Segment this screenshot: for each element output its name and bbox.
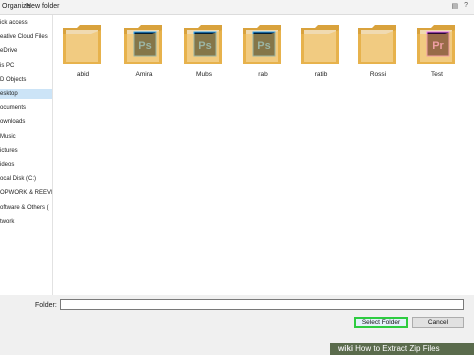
sidebar-item[interactable]: esktop: [0, 89, 52, 99]
navigation-pane: ick access eative Cloud Files eDrive is PC D…: [0, 15, 53, 295]
sidebar-item[interactable]: ictures: [0, 146, 52, 156]
wikihow-watermark: wiki How to Extract Zip Files: [330, 343, 474, 355]
folder-item[interactable]: abid: [59, 20, 107, 90]
folder-item[interactable]: Ps rab: [239, 20, 287, 90]
folder-name: ratib: [314, 71, 328, 78]
premiere-folder-icon: Pr: [417, 25, 455, 64]
sidebar-item[interactable]: Music: [0, 132, 52, 142]
folder-input[interactable]: [60, 299, 464, 310]
sidebar-item[interactable]: oftware & Others (: [0, 203, 52, 213]
folder-icon: [358, 25, 396, 64]
folder-name: Rossi: [369, 71, 387, 78]
sidebar-item[interactable]: is PC: [0, 61, 52, 71]
folder-name: Test: [431, 71, 443, 78]
view-options-icon[interactable]: ▤: [451, 2, 458, 10]
folder-name: rab: [258, 71, 268, 78]
folder-name: abid: [76, 71, 90, 78]
sidebar-item[interactable]: OPWORK & REEVIO: [0, 188, 52, 198]
sidebar-item[interactable]: ocuments: [0, 103, 52, 113]
folder-name: Amira: [135, 71, 153, 78]
photoshop-folder-icon: Ps: [124, 25, 162, 64]
folder-item[interactable]: Ps Amira: [120, 20, 168, 90]
new-folder-button[interactable]: New folder: [26, 3, 59, 10]
folder-icon: [63, 25, 101, 64]
select-folder-button[interactable]: Select Folder: [354, 317, 408, 328]
folder-icon: [301, 25, 339, 64]
watermark-title: How to Extract Zip Files: [355, 344, 440, 353]
sidebar-item[interactable]: ick access: [0, 18, 52, 28]
sidebar-item[interactable]: eative Cloud Files: [0, 32, 52, 42]
watermark-brand: wiki: [338, 344, 354, 353]
folder-name: Mubs: [196, 71, 212, 78]
photoshop-folder-icon: Ps: [243, 25, 281, 64]
photoshop-folder-icon: Ps: [184, 25, 222, 64]
folder-item[interactable]: Pr Test: [413, 20, 461, 90]
help-icon[interactable]: ?: [464, 2, 468, 10]
folder-label: Folder:: [35, 302, 57, 309]
folder-item[interactable]: Ps Mubs: [180, 20, 228, 90]
cancel-button[interactable]: Cancel: [412, 317, 464, 328]
sidebar-item[interactable]: ownloads: [0, 117, 52, 127]
sidebar-item[interactable]: ocal Disk (C:): [0, 174, 52, 184]
folder-view: abid Ps Amira Ps Mubs Ps rab ratib Rossi Pr Test: [53, 15, 474, 295]
sidebar-item[interactable]: twork: [0, 217, 52, 227]
sidebar-item[interactable]: eDrive: [0, 46, 52, 56]
sidebar-item[interactable]: ideos: [0, 160, 52, 170]
folder-item[interactable]: ratib: [297, 20, 345, 90]
folder-item[interactable]: Rossi: [354, 20, 402, 90]
sidebar-item[interactable]: D Objects: [0, 75, 52, 85]
toolbar: Organize New folder ▤ ?: [0, 0, 474, 15]
